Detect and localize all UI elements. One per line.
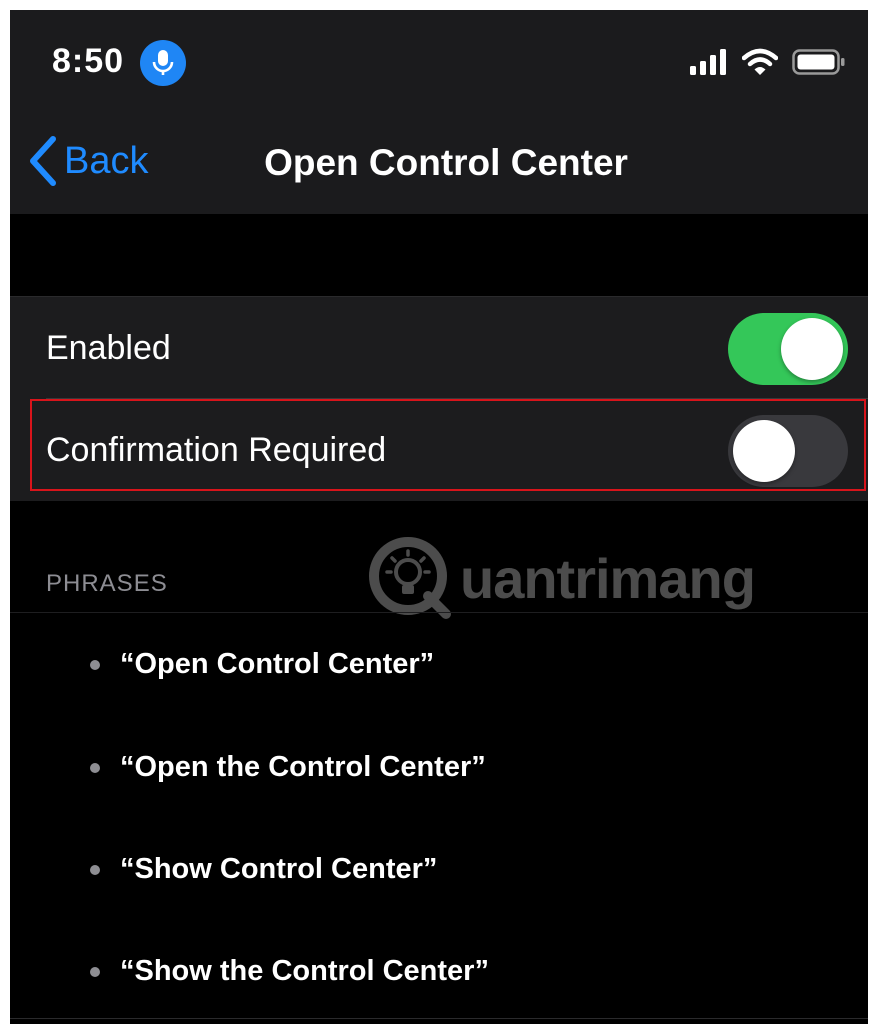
status-time: 8:50 [52, 42, 125, 80]
battery-icon [792, 49, 845, 75]
enabled-label: Enabled [46, 329, 171, 367]
bottom-divider [10, 1018, 868, 1019]
phrase-item: “Open Control Center” [90, 648, 434, 681]
phrase-item: “Show the Control Center” [90, 955, 489, 988]
phrase-text: “Show Control Center” [120, 853, 438, 885]
page-title: Open Control Center [264, 142, 628, 183]
toggle-knob [733, 420, 795, 482]
phrase-text: “Show the Control Center” [120, 955, 489, 987]
bullet [90, 864, 100, 875]
confirmation-required-label: Confirmation Required [46, 431, 387, 469]
confirmation-required-toggle[interactable] [728, 415, 848, 487]
watermark-text: uantrimang [460, 546, 756, 610]
bullet [90, 762, 100, 773]
enabled-row: Enabled [10, 297, 868, 399]
bullet [90, 659, 100, 670]
phrase-text: “Open the Control Center” [120, 751, 486, 783]
phrase-text: “Open Control Center” [120, 648, 435, 680]
settings-group: Enabled Confirmation Required [10, 296, 868, 501]
status-icons [690, 48, 846, 76]
phrases-header: PHRASES [46, 570, 168, 597]
lightbulb-icon [369, 537, 451, 619]
wifi-icon [742, 48, 778, 75]
bullet [90, 966, 100, 977]
phone-screen: 8:50 Back Open Control Center Enabled Co… [10, 10, 868, 1024]
phrase-item: “Show Control Center” [90, 853, 437, 886]
phrase-item: “Open the Control Center” [90, 751, 486, 784]
section-divider [10, 612, 868, 613]
top-bar: 8:50 Back Open Control Center [10, 10, 868, 214]
cellular-signal-icon [690, 49, 726, 75]
toggle-knob [781, 318, 843, 380]
watermark-logo: uantrimang [366, 534, 756, 622]
confirmation-required-row: Confirmation Required [10, 399, 868, 501]
enabled-toggle[interactable] [728, 313, 848, 385]
microphone-icon[interactable] [140, 40, 186, 86]
